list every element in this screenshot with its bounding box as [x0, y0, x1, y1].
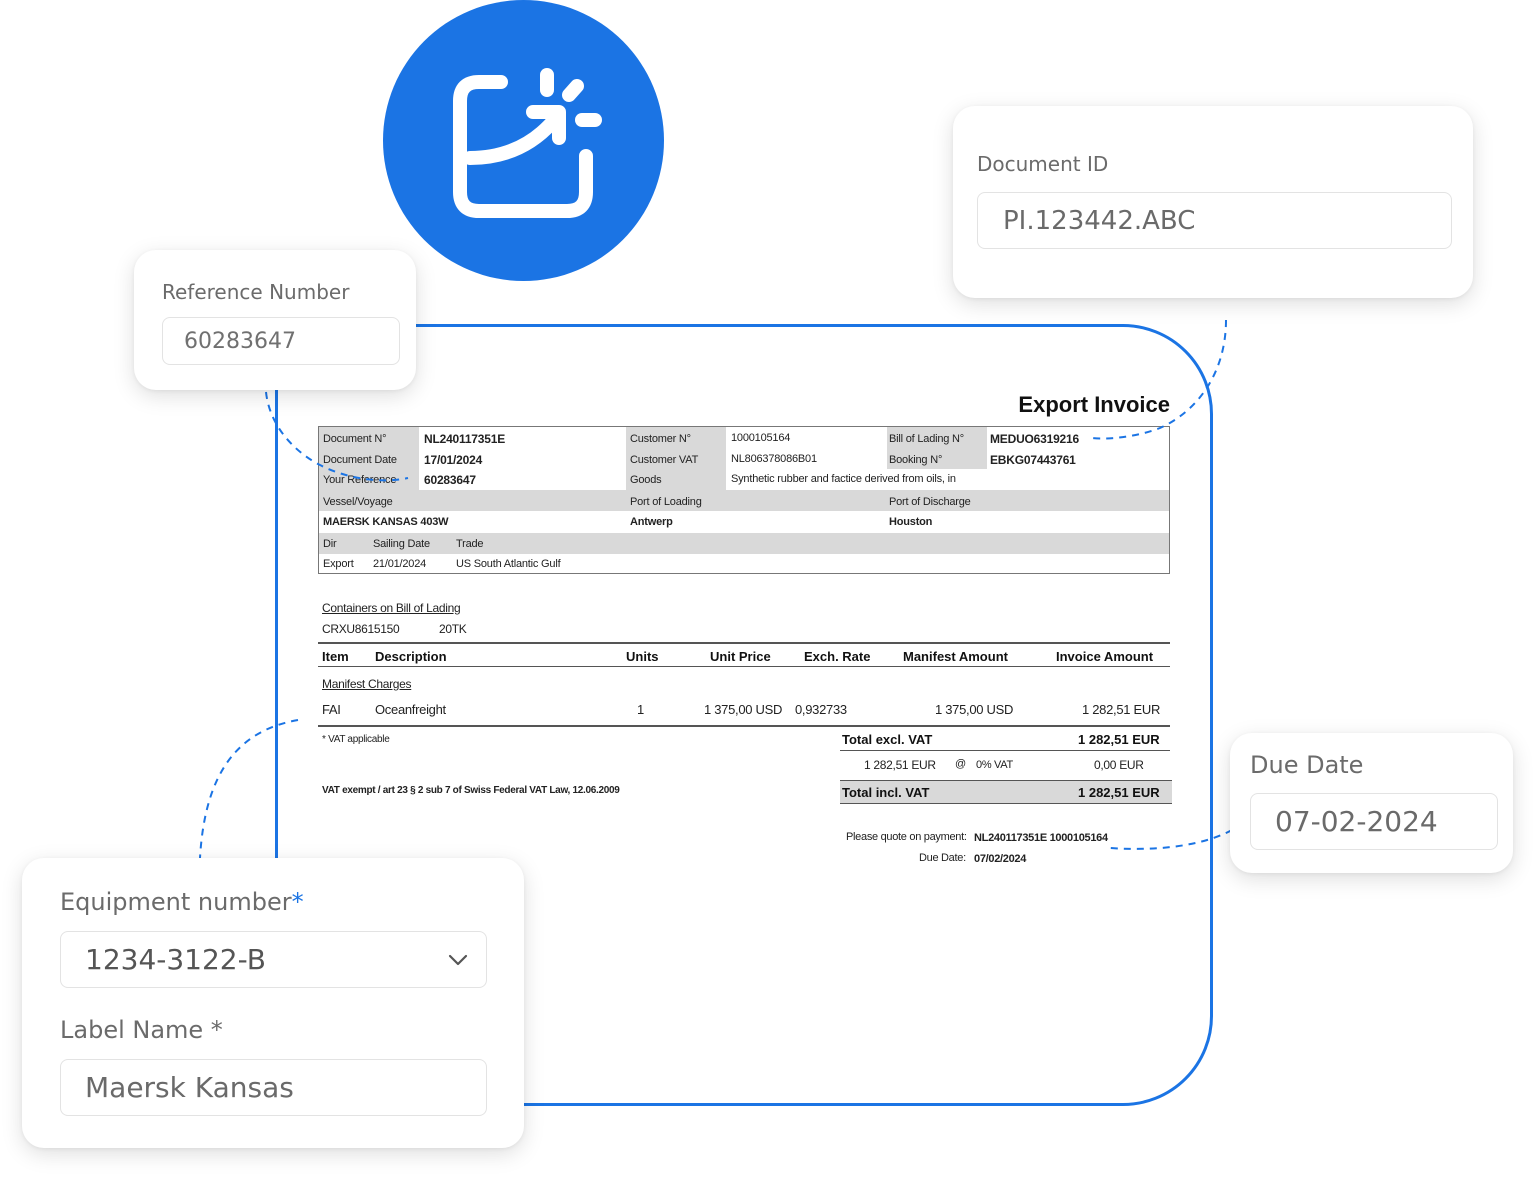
col-description: Description: [375, 649, 447, 664]
sailing-date: 21/01/2024: [373, 558, 427, 570]
col-units: Units: [626, 649, 659, 664]
doc-date: 17/01/2024: [424, 453, 483, 467]
vat-note: * VAT applicable: [322, 734, 390, 745]
required-mark: *: [291, 888, 304, 916]
vat-rate: 0% VAT: [976, 759, 1013, 771]
row-item: FAI: [322, 702, 341, 717]
table-bottom-rule: [318, 725, 1170, 727]
total-excl: 1 282,51 EUR: [1078, 732, 1160, 747]
cust-no: 1000105164: [731, 432, 791, 444]
vat-exempt-note: VAT exempt / art 23 § 2 sub 7 of Swiss F…: [322, 785, 620, 796]
section-title: Manifest Charges: [322, 677, 412, 691]
col-exch-rate: Exch. Rate: [804, 649, 871, 664]
row-unit-price: 1 375,00 USD: [704, 702, 783, 717]
label-name-label: Label Name *: [60, 1016, 223, 1044]
document-id-input[interactable]: PI.123442.ABC: [977, 192, 1452, 249]
total-excl-rule: [840, 750, 1170, 751]
dir-label: Dir: [323, 538, 337, 550]
due-value: 07/02/2024: [974, 853, 1027, 865]
quote-label: Please quote on payment:: [846, 831, 967, 843]
booking: EBKG07443761: [990, 453, 1076, 467]
vessel-label: Vessel/Voyage: [323, 496, 393, 508]
bol: MEDUO6319216: [990, 432, 1079, 446]
due-date-label: Due Date: [1250, 751, 1364, 779]
doc-no: NL240117351E: [424, 432, 506, 446]
containers-title: Containers on Bill of Lading: [322, 601, 461, 615]
your-ref-label: Your Reference: [323, 474, 397, 486]
goods-label: Goods: [630, 474, 662, 486]
vat-at: @: [955, 758, 966, 770]
reference-number-card: Reference Number 60283647: [134, 250, 416, 390]
due-date-card: Due Date 07-02-2024: [1230, 733, 1513, 873]
invoice-title: Export Invoice: [1018, 392, 1170, 417]
total-excl-label: Total excl. VAT: [842, 732, 933, 747]
quote-value: NL240117351E 1000105164: [974, 832, 1108, 844]
row-description: Oceanfreight: [375, 702, 446, 717]
table-top-rule: [318, 642, 1170, 644]
pol: Antwerp: [630, 516, 673, 528]
trade-label: Trade: [456, 538, 484, 550]
equipment-number-label: Equipment number*: [60, 888, 304, 916]
cust-vat: NL806378086B01: [731, 453, 817, 465]
chevron-down-icon[interactable]: [448, 953, 468, 967]
col-manifest-amount: Manifest Amount: [903, 649, 1008, 664]
document-id-label: Document ID: [977, 152, 1109, 176]
row-units: 1: [637, 702, 644, 717]
pod-label: Port of Discharge: [889, 496, 971, 508]
row-invoice-amount: 1 282,51 EUR: [1082, 702, 1161, 717]
bol-label: Bill of Lading N°: [889, 433, 964, 445]
table-header-rule: [318, 666, 1170, 667]
due-date-value: 07-02-2024: [1275, 805, 1438, 838]
your-ref: 60283647: [424, 473, 476, 487]
due-label: Due Date:: [919, 852, 966, 864]
goods: Synthetic rubber and factice derived fro…: [731, 473, 956, 485]
export-icon-badge: [383, 0, 664, 281]
dir: Export: [323, 558, 354, 570]
col-unit-price: Unit Price: [710, 649, 771, 664]
pol-label: Port of Loading: [630, 496, 702, 508]
cust-no-label: Customer N°: [630, 433, 691, 445]
trade: US South Atlantic Gulf: [456, 558, 561, 570]
doc-date-label: Document Date: [323, 454, 397, 466]
equipment-card: Equipment number* 1234-3122-B Label Name…: [22, 858, 524, 1148]
export-sparkle-icon: [453, 68, 602, 218]
equipment-number-label-text: Equipment number: [60, 888, 292, 916]
label-name-input[interactable]: Maersk Kansas: [60, 1059, 487, 1116]
cust-vat-label: Customer VAT: [630, 454, 699, 466]
sailing-label: Sailing Date: [373, 538, 430, 550]
total-incl: 1 282,51 EUR: [1078, 785, 1160, 800]
total-incl-label: Total incl. VAT: [842, 785, 930, 800]
vat-amount: 0,00 EUR: [1094, 758, 1144, 772]
row-exch-rate: 0,932733: [795, 702, 847, 717]
dir-label-bar: [319, 533, 1169, 554]
container-number: CRXU8615150: [322, 622, 400, 636]
document-id-card: Document ID PI.123442.ABC: [953, 106, 1473, 298]
doc-no-label: Document N°: [323, 433, 387, 445]
label-name-value: Maersk Kansas: [85, 1071, 294, 1104]
col-item: Item: [322, 649, 349, 664]
vessel-label-bar: [319, 490, 1169, 511]
container-type: 20TK: [439, 622, 467, 636]
vat-base: 1 282,51 EUR: [864, 758, 936, 772]
due-date-input[interactable]: 07-02-2024: [1250, 793, 1498, 850]
reference-number-value: 60283647: [184, 328, 296, 354]
equipment-number-value: 1234-3122-B: [85, 943, 266, 976]
document-id-value: PI.123442.ABC: [1003, 205, 1196, 236]
invoice-header-box: Document N° NL240117351E Document Date 1…: [318, 426, 1170, 574]
pod: Houston: [889, 516, 933, 528]
vessel: MAERSK KANSAS 403W: [323, 516, 449, 528]
col-invoice-amount: Invoice Amount: [1056, 649, 1154, 664]
booking-label: Booking N°: [889, 454, 943, 466]
reference-number-label: Reference Number: [162, 280, 350, 304]
equipment-number-select[interactable]: 1234-3122-B: [60, 931, 487, 988]
row-manifest-amount: 1 375,00 USD: [935, 702, 1014, 717]
reference-number-input[interactable]: 60283647: [162, 317, 400, 365]
